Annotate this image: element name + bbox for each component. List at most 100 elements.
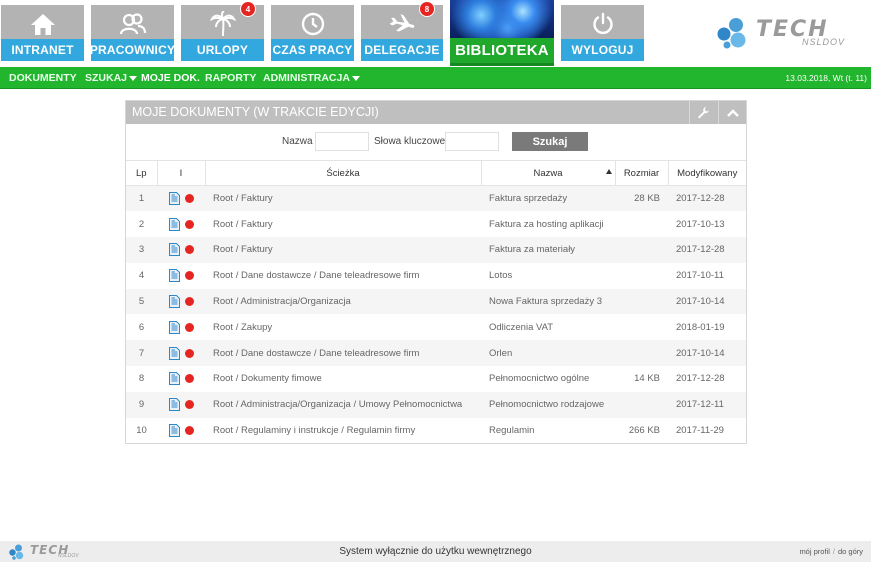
table-row[interactable]: 7 Root / Dane dostawcze / Dane teleadreso… bbox=[126, 340, 746, 367]
row-name-link[interactable]: Pełnomocnictwo rodzajowe bbox=[481, 391, 615, 418]
tile-pracownicy[interactable]: PRACOWNICY bbox=[90, 5, 175, 61]
nav-administracja[interactable]: ADMINISTRACJA bbox=[263, 67, 360, 89]
row-icons bbox=[157, 185, 205, 212]
table-row[interactable]: 5 Root / Administracja/Organizacja Nowa Fa… bbox=[126, 288, 746, 315]
table-row[interactable]: 3 Root / Faktury Faktura za materiały 2017-… bbox=[126, 237, 746, 263]
row-size: 266 KB bbox=[628, 425, 660, 437]
top-tiles-bar: INTRANET PRACOWNICY 4 URLOPY CZAS PRACY bbox=[0, 0, 871, 66]
settings-button[interactable] bbox=[689, 101, 717, 124]
document-icon[interactable] bbox=[168, 346, 180, 360]
col-header-lp[interactable]: Lp bbox=[126, 160, 157, 186]
row-size bbox=[615, 237, 668, 263]
row-icons bbox=[157, 237, 205, 263]
logo-subtext: NSLDOV bbox=[802, 37, 846, 47]
row-name-link[interactable]: Nowa Faktura sprzedaży 3 bbox=[481, 288, 615, 315]
row-modified: 2017-10-14 bbox=[668, 288, 746, 315]
tile-biblioteka[interactable]: BIBLIOTEKA bbox=[450, 0, 554, 66]
col-header-size[interactable]: Rozmiar bbox=[614, 160, 668, 186]
row-icons bbox=[157, 418, 205, 444]
my-profile-link[interactable]: mój profil bbox=[799, 547, 829, 556]
col-header-i[interactable]: I bbox=[156, 160, 205, 186]
tile-czas-pracy[interactable]: CZAS PRACY bbox=[271, 5, 354, 61]
tile-label: URLOPY bbox=[181, 39, 264, 61]
row-name-link[interactable]: Faktura za materiały bbox=[481, 237, 615, 263]
company-logo[interactable]: TECH NSLDOV bbox=[716, 17, 866, 49]
row-lp: 8 bbox=[138, 373, 145, 385]
document-icon[interactable] bbox=[168, 192, 180, 206]
row-icons bbox=[157, 211, 205, 237]
table-row[interactable]: 8 Root / Dokumenty fimowe Pełnomocnictwo o… bbox=[126, 366, 746, 392]
editing-status-dot-icon bbox=[184, 374, 194, 384]
row-name-link[interactable]: Faktura sprzedaży bbox=[481, 185, 615, 212]
editing-status-dot-icon bbox=[184, 322, 194, 332]
tile-label: CZAS PRACY bbox=[271, 39, 354, 61]
keywords-input[interactable] bbox=[445, 132, 499, 151]
col-header-name[interactable]: Nazwa bbox=[480, 160, 615, 186]
nav-raporty[interactable]: RAPORTY bbox=[205, 67, 256, 89]
nav-label: MOJE DOK. bbox=[141, 72, 200, 84]
wrench-icon bbox=[697, 106, 710, 119]
tile-intranet[interactable]: INTRANET bbox=[1, 5, 84, 61]
table-row[interactable]: 6 Root / Zakupy Odliczenia VAT 2018-01-19 bbox=[126, 314, 746, 340]
document-icon[interactable] bbox=[168, 320, 180, 334]
nav-szukaj[interactable]: SZUKAJ bbox=[85, 67, 138, 89]
row-name-link[interactable]: Orlen bbox=[481, 340, 615, 367]
row-modified: 2018-01-19 bbox=[676, 321, 725, 333]
row-path: Root / Dane dostawcze / Dane teleadresow… bbox=[205, 340, 481, 367]
editing-status-dot-icon bbox=[184, 297, 194, 307]
col-header-name-label: Nazwa bbox=[533, 167, 563, 179]
col-header-modified[interactable]: Modyfikowany bbox=[667, 160, 746, 186]
row-lp: 6 bbox=[138, 321, 145, 333]
row-name-link[interactable]: Odliczenia VAT bbox=[481, 314, 615, 340]
people-icon bbox=[91, 9, 174, 39]
urlopy-badge: 4 bbox=[240, 1, 256, 17]
collapse-button[interactable] bbox=[718, 101, 746, 124]
search-bar: Nazwa Słowa kluczowe Szukaj bbox=[126, 132, 746, 152]
documents-panel: MOJE DOKUMENTY (W TRAKCIE EDYCJI) Nazwa … bbox=[125, 100, 747, 444]
row-modified: 2017-12-11 bbox=[668, 391, 746, 418]
table-row[interactable]: 1 Root / Faktury Faktura sprzedaży 28 KB 201… bbox=[126, 185, 746, 212]
tile-urlopy[interactable]: 4 URLOPY bbox=[181, 1, 264, 61]
table-row[interactable]: 2 Root / Faktury Faktura za hosting aplika… bbox=[126, 211, 746, 237]
row-name-link[interactable]: Faktura za hosting aplikacji bbox=[481, 211, 615, 237]
row-lp: 4 bbox=[138, 270, 145, 282]
col-header-path[interactable]: Ścieżka bbox=[204, 160, 481, 186]
home-icon bbox=[1, 9, 84, 39]
document-icon[interactable] bbox=[168, 398, 180, 412]
table-row[interactable]: 9 Root / Administracja/Organizacja / Umow… bbox=[126, 391, 746, 418]
nav-moje-dok[interactable]: MOJE DOK. bbox=[141, 67, 200, 89]
document-icon[interactable] bbox=[168, 295, 180, 309]
document-icon[interactable] bbox=[168, 217, 180, 231]
back-to-top-link[interactable]: do góry bbox=[838, 547, 863, 556]
search-button[interactable]: Szukaj bbox=[512, 132, 588, 151]
name-input[interactable] bbox=[315, 132, 369, 151]
row-name-link[interactable]: Lotos bbox=[481, 263, 615, 289]
tile-wyloguj[interactable]: WYLOGUJ bbox=[561, 5, 644, 61]
row-path: Root / Faktury bbox=[213, 218, 273, 230]
row-path: Root / Regulaminy i instrukcje / Regulam… bbox=[213, 425, 416, 437]
row-icons bbox=[157, 288, 205, 315]
row-path: Root / Zakupy bbox=[213, 321, 273, 333]
nav-dokumenty[interactable]: DOKUMENTY bbox=[9, 67, 77, 89]
editing-status-dot-icon bbox=[184, 194, 194, 204]
row-icons bbox=[157, 391, 205, 418]
row-name-link[interactable]: Pełnomocnictwo ogólne bbox=[481, 366, 615, 392]
tile-label: WYLOGUJ bbox=[561, 39, 644, 61]
document-icon[interactable] bbox=[168, 424, 180, 438]
row-lp: 7 bbox=[126, 340, 157, 367]
document-icon[interactable] bbox=[168, 269, 180, 283]
logo-bubbles-icon bbox=[717, 18, 746, 49]
current-date: 13.03.2018, Wt (t. 11) bbox=[785, 73, 867, 83]
row-name-link[interactable]: Regulamin bbox=[481, 418, 615, 444]
row-size: 14 KB bbox=[634, 373, 660, 385]
tile-label: DELEGACJE bbox=[361, 39, 443, 61]
row-icons bbox=[157, 366, 205, 392]
document-icon[interactable] bbox=[168, 372, 180, 386]
sort-asc-icon bbox=[605, 169, 612, 174]
document-icon[interactable] bbox=[168, 243, 180, 257]
table-row[interactable]: 10 Root / Regulaminy i instrukcje / Regul… bbox=[126, 418, 746, 444]
table-row[interactable]: 4 Root / Dane dostawcze / Dane teleadreso… bbox=[126, 263, 746, 289]
nav-label: RAPORTY bbox=[205, 72, 257, 84]
chevron-down-icon bbox=[129, 75, 138, 81]
tile-delegacje[interactable]: 8 DELEGACJE bbox=[361, 1, 443, 61]
